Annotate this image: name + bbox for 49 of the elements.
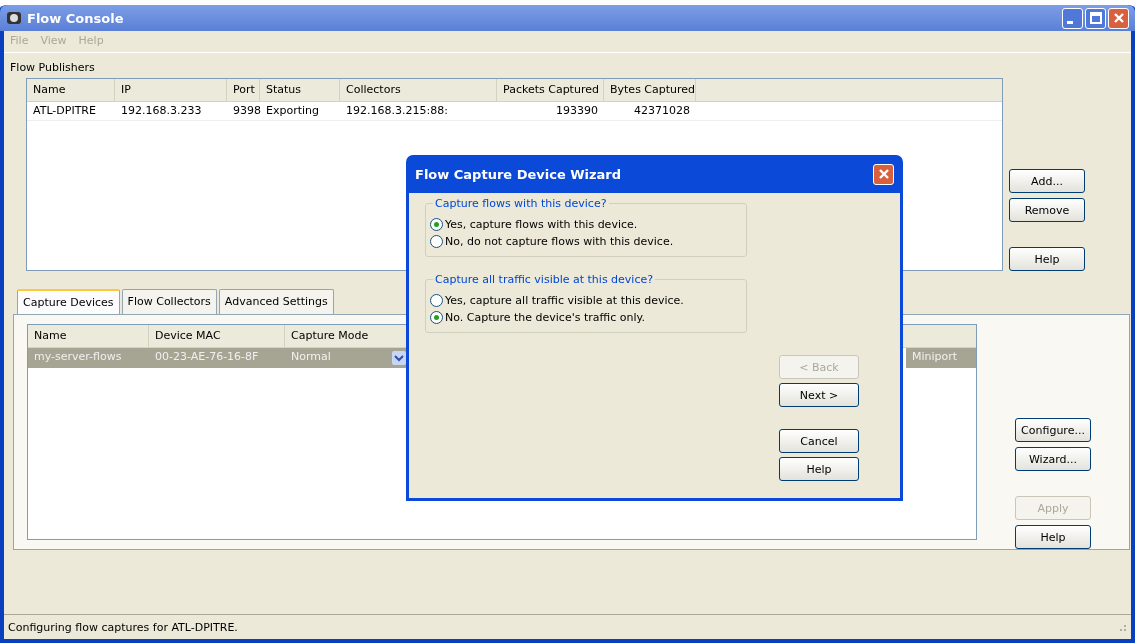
status-text: Configuring flow captures for ATL-DPITRE. [8,620,238,634]
column-header[interactable]: Status [260,79,340,101]
maximize-button[interactable] [1085,7,1106,29]
close-icon [1112,12,1125,24]
window-title: Flow Console [27,10,125,26]
column-header[interactable]: Collectors [340,79,497,101]
column-header[interactable]: Packets Captured [497,79,604,101]
next-button[interactable]: Next > [779,383,859,407]
radio-button[interactable] [430,218,443,231]
radio-option[interactable]: No. Capture the device's traffic only. [430,311,742,324]
cancel-button[interactable]: Cancel [779,429,859,453]
action-button[interactable]: Wizard... [1015,447,1091,471]
table-cell: 00-23-AE-76-16-8F [149,348,285,368]
close-button[interactable] [873,163,894,185]
column-header[interactable]: Device MAC [149,325,285,347]
minimize-icon [1066,20,1073,24]
table-row[interactable]: ATL-DPITRE 192.168.3.233 9398 Exporting 192.168.3.215:88: 193390 42371028 [27,102,1002,121]
tab[interactable]: Advanced Settings [218,289,334,314]
column-header[interactable]: Port [227,79,260,101]
group-title: Capture flows with this device? [433,197,609,210]
tab[interactable]: Capture Devices [17,289,120,315]
column-header[interactable]: Bytes Captured [604,79,696,101]
maximize-icon [1089,12,1102,24]
column-header[interactable]: Name [28,325,149,347]
action-button[interactable]: Remove [1009,198,1085,222]
radio-button[interactable] [430,235,443,248]
tab[interactable]: Flow Collectors [121,289,217,314]
help-button[interactable]: Help [1015,525,1091,549]
close-button[interactable] [1108,7,1129,29]
radio-button[interactable] [430,294,443,307]
radio-option[interactable]: Yes, capture all traffic visible at this device. [430,294,742,307]
dialog-title: Flow Capture Device Wizard [415,166,622,182]
help-button[interactable]: Help [1009,247,1085,271]
group-title: Capture all traffic visible at this device? [433,273,656,286]
help-button[interactable]: Help [779,457,859,481]
action-button[interactable]: Add... [1009,169,1085,193]
radio-button[interactable] [430,311,443,324]
column-header[interactable]: Name [27,79,115,101]
close-icon [877,168,890,180]
table-cell: Miniport [906,348,976,368]
action-button[interactable]: Configure... [1015,418,1091,442]
chevron-down-icon [392,351,406,365]
radio-option[interactable]: Yes, capture flows with this device. [430,218,742,231]
column-header[interactable]: IP [115,79,227,101]
resize-grip-icon[interactable] [1117,622,1127,632]
minimize-button[interactable] [1062,7,1083,29]
radio-option[interactable]: No, do not capture flows with this device. [430,235,742,248]
section-label: Flow Publishers [9,60,96,76]
app-icon [6,11,22,25]
